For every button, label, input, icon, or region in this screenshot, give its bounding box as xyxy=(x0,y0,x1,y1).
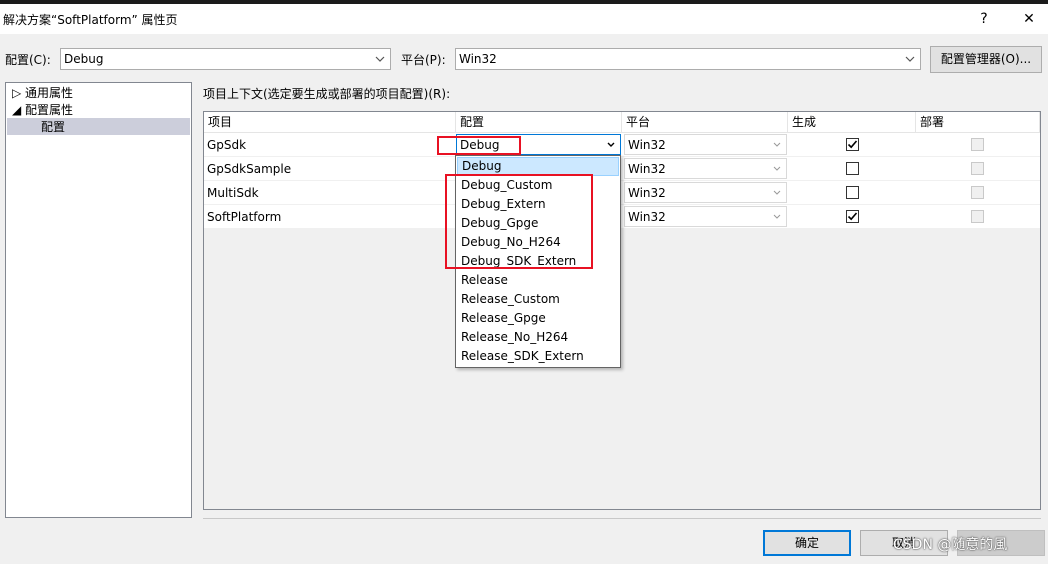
check-icon xyxy=(847,212,858,221)
build-checkbox[interactable] xyxy=(846,186,859,199)
deploy-checkbox xyxy=(971,138,984,151)
deploy-checkbox xyxy=(971,186,984,199)
project-name: MultiSdk xyxy=(207,186,259,200)
tree-selection-highlight xyxy=(7,118,190,135)
tree-item-general[interactable]: ▷ 通用属性 xyxy=(12,85,73,101)
table-row: GpSdk Debug Win32 xyxy=(204,133,1040,157)
chevron-down-icon xyxy=(905,56,915,62)
header-platform-text: 平台 xyxy=(626,115,651,129)
build-checkbox[interactable] xyxy=(846,162,859,175)
dropdown-option[interactable]: Release_Custom xyxy=(457,290,619,309)
header-deploy[interactable]: 部署 xyxy=(916,112,1040,133)
header-project[interactable]: 项目 xyxy=(204,112,456,133)
row-platform-combo[interactable]: Win32 xyxy=(624,158,787,179)
header-platform[interactable]: 平台 xyxy=(622,112,788,133)
deploy-checkbox xyxy=(971,162,984,175)
config-combo-value: Debug xyxy=(64,52,104,66)
chevron-down-icon xyxy=(773,214,781,219)
row-platform-value: Win32 xyxy=(628,186,666,200)
deploy-checkbox xyxy=(971,210,984,223)
platform-combo[interactable]: Win32 xyxy=(455,48,921,70)
check-icon xyxy=(847,140,858,149)
table-row: MultiSdk Win32 xyxy=(204,181,1040,205)
ok-button[interactable]: 确定 xyxy=(763,530,851,556)
table-row: GpSdkSample Win32 xyxy=(204,157,1040,181)
header-build-text: 生成 xyxy=(792,115,817,129)
platform-label: 平台(P): xyxy=(401,53,446,67)
project-context-grid: 项目 配置 平台 生成 部署 GpSdk Debug Win32 GpSdkSa… xyxy=(203,111,1041,510)
tree-item-config[interactable]: 配置 xyxy=(41,119,65,135)
help-button[interactable]: ? xyxy=(964,4,1004,34)
watermark: CSDN @随意的風 xyxy=(893,537,1008,553)
chevron-down-icon xyxy=(773,166,781,171)
project-name: SoftPlatform xyxy=(207,210,282,224)
config-manager-button[interactable]: 配置管理器(O)... xyxy=(930,46,1042,73)
build-checkbox[interactable] xyxy=(846,210,859,223)
row-platform-value: Win32 xyxy=(628,162,666,176)
row-platform-value: Win32 xyxy=(628,210,666,224)
row-platform-combo[interactable]: Win32 xyxy=(624,134,787,155)
row-platform-combo[interactable]: Win32 xyxy=(624,206,787,227)
tree-item-config-props[interactable]: ◢ 配置属性 xyxy=(12,102,73,118)
config-label: 配置(C): xyxy=(5,53,51,67)
header-config-text: 配置 xyxy=(460,115,485,129)
project-name: GpSdkSample xyxy=(207,162,292,176)
chevron-down-icon xyxy=(375,56,385,62)
build-checkbox[interactable] xyxy=(846,138,859,151)
table-row: SoftPlatform Win32 xyxy=(204,205,1040,229)
project-name: GpSdk xyxy=(207,138,247,152)
close-button[interactable]: ✕ xyxy=(1009,4,1048,34)
platform-combo-value: Win32 xyxy=(459,52,497,66)
property-tree: ▷ 通用属性 ◢ 配置属性 配置 xyxy=(5,82,192,518)
row-platform-combo[interactable]: Win32 xyxy=(624,182,787,203)
dropdown-option[interactable]: Release_No_H264 xyxy=(457,328,619,347)
chevron-down-icon xyxy=(773,142,781,147)
chevron-down-icon xyxy=(773,190,781,195)
dropdown-option[interactable]: Release_Gpge xyxy=(457,309,619,328)
row-platform-value: Win32 xyxy=(628,138,666,152)
dropdown-option[interactable]: Release_SDK_Extern xyxy=(457,347,619,366)
dropdown-option[interactable]: Release xyxy=(457,271,619,290)
header-config[interactable]: 配置 xyxy=(456,112,622,133)
config-combo[interactable]: Debug xyxy=(60,48,391,70)
header-build[interactable]: 生成 xyxy=(788,112,916,133)
footer-separator xyxy=(203,518,1041,519)
header-deploy-text: 部署 xyxy=(920,115,945,129)
annotation-box xyxy=(437,136,521,155)
annotation-box xyxy=(445,174,593,269)
window-title: 解决方案“SoftPlatform” 属性页 xyxy=(3,13,178,27)
chevron-down-icon xyxy=(607,142,615,147)
context-label: 项目上下文(选定要生成或部署的项目配置)(R): xyxy=(203,87,451,101)
header-project-text: 项目 xyxy=(208,115,233,129)
